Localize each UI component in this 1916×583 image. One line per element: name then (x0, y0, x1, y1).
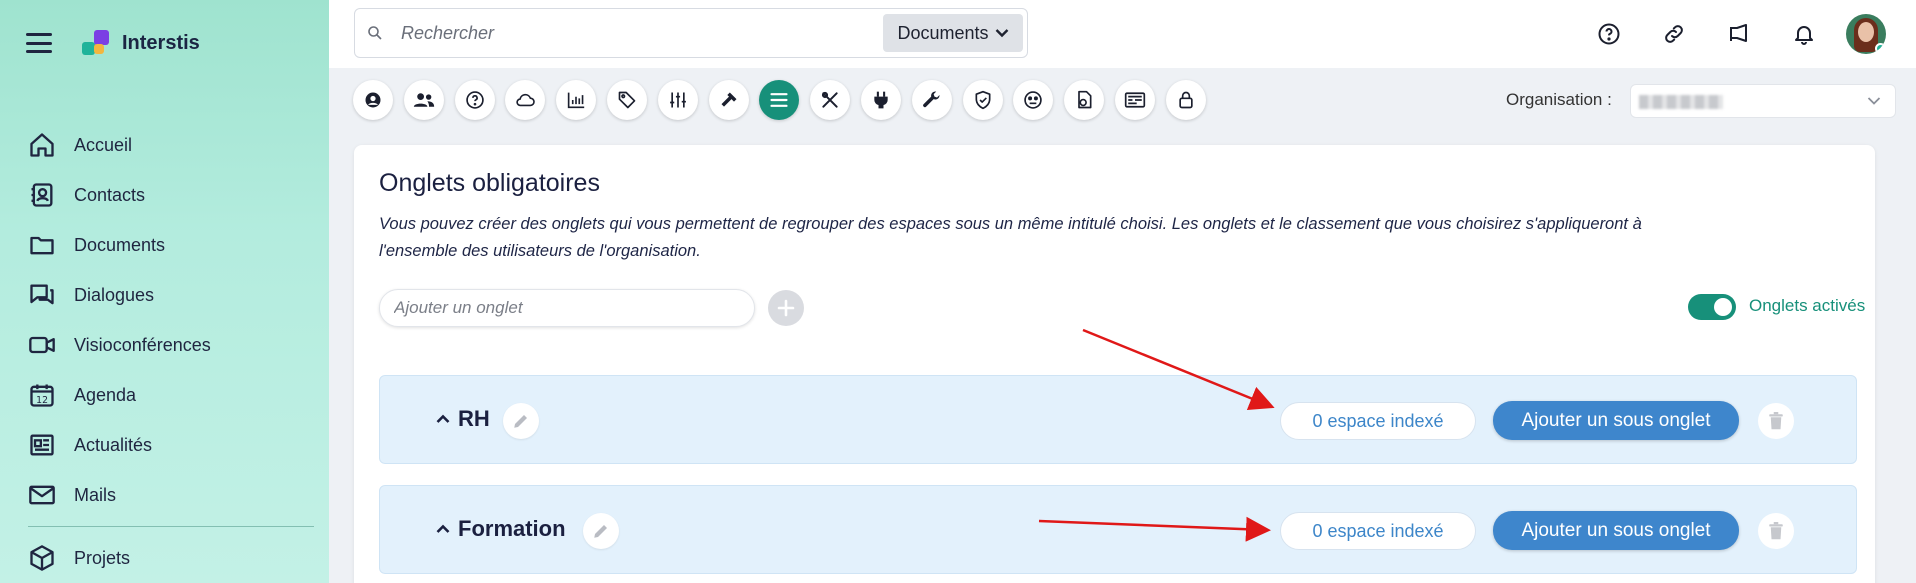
sidebar-nav: Accueil Contacts Documents Dialogues Vis… (28, 120, 314, 583)
users-icon[interactable] (403, 80, 444, 120)
sidebar-item-contacts[interactable]: Contacts (28, 170, 314, 220)
list-icon[interactable] (759, 80, 800, 120)
chart-icon[interactable] (556, 80, 597, 120)
news-icon (30, 434, 54, 456)
wrench-icon[interactable] (911, 80, 952, 120)
search-bar: Documents (354, 8, 1028, 58)
svg-text:12: 12 (36, 395, 48, 406)
chevron-up-icon (436, 414, 450, 423)
page-title: Onglets obligatoires (379, 169, 600, 197)
search-input[interactable] (401, 19, 821, 47)
delete-tab-button[interactable] (1758, 403, 1794, 439)
indexed-spaces-count[interactable]: 0 espace indexé (1280, 512, 1476, 550)
sidebar-item-label: Mails (74, 484, 117, 505)
sidebar-divider (28, 526, 314, 527)
chevron-up-icon (436, 524, 450, 533)
megaphone-icon[interactable] (1719, 14, 1759, 54)
dashboard-icon[interactable] (1114, 80, 1155, 120)
chevron-down-icon (1867, 97, 1881, 105)
user-circle-icon[interactable] (353, 80, 393, 120)
app-name: Interstis (122, 31, 200, 54)
organisation-select[interactable] (1630, 84, 1896, 118)
trash-icon (1769, 522, 1783, 540)
shield-icon[interactable] (962, 80, 1003, 120)
sidebar-item-label: Accueil (74, 134, 133, 155)
help-icon[interactable] (1589, 14, 1629, 54)
add-tab-button[interactable] (768, 290, 804, 326)
mail-icon (29, 485, 55, 505)
box-icon (30, 545, 54, 571)
add-subtab-button[interactable]: Ajouter un sous onglet (1493, 511, 1739, 550)
add-subtab-button[interactable]: Ajouter un sous onglet (1493, 401, 1739, 440)
topbar-actions (1564, 14, 1886, 54)
contacts-icon (31, 183, 53, 207)
folder-icon (30, 236, 54, 255)
sidebar-item-dialogues[interactable]: Dialogues (28, 270, 314, 320)
sidebar-item-actualites[interactable]: Actualités (28, 420, 314, 470)
sidebar-item-label: Contacts (74, 184, 146, 205)
cloud-icon[interactable] (505, 80, 546, 120)
search-scope-select[interactable]: Documents (883, 14, 1023, 52)
sidebar-item-label: Documents (74, 234, 166, 255)
card-description: Vous pouvez créer des onglets qui vous p… (379, 215, 1642, 260)
sidebar-item-label: Agenda (74, 384, 137, 405)
sliders-icon[interactable] (657, 80, 698, 120)
bell-icon[interactable] (1784, 14, 1824, 54)
edit-tab-button[interactable] (583, 513, 619, 549)
sidebar-item-label: Actualités (74, 434, 153, 455)
pencil-icon (514, 415, 527, 428)
tab-header[interactable]: RH (436, 406, 490, 432)
calendar-icon: 12 (30, 384, 54, 407)
menu-icon[interactable] (26, 33, 52, 53)
organisation-value-redacted (1639, 95, 1723, 109)
indexed-spaces-count[interactable]: 0 espace indexé (1280, 402, 1476, 440)
sidebar-item-accueil[interactable]: Accueil (28, 120, 314, 170)
sidebar-item-visioconferences[interactable]: Visioconférences (28, 320, 314, 370)
onglets-card: Onglets obligatoires Vous pouvez créer d… (354, 145, 1875, 583)
sidebar-item-label: Projets (74, 547, 131, 568)
tabs-enabled-toggle[interactable] (1688, 294, 1736, 320)
delete-tab-button[interactable] (1758, 513, 1794, 549)
link-icon[interactable] (1654, 14, 1694, 54)
sidebar-item-mails[interactable]: Mails (28, 470, 314, 520)
topbar: Documents (329, 0, 1916, 68)
online-status-dot (1875, 43, 1886, 54)
pencil-icon (594, 525, 607, 538)
tag-icon[interactable] (606, 80, 647, 120)
search-scope-value: Documents (897, 22, 989, 43)
tools-icon[interactable] (810, 80, 851, 120)
lock-icon[interactable] (1165, 80, 1206, 120)
trash-icon (1769, 412, 1783, 430)
sidebar-item-label: Visioconférences (74, 334, 211, 355)
add-tab-input[interactable] (379, 289, 755, 327)
settings-toolbar (353, 80, 1217, 120)
search-icon (368, 26, 382, 40)
tab-header[interactable]: Formation (436, 516, 566, 542)
avatar[interactable] (1846, 14, 1886, 54)
sidebar-item-projets[interactable]: Projets (28, 533, 314, 583)
help-circle-icon[interactable] (454, 80, 495, 120)
plug-icon[interactable] (860, 80, 901, 120)
brand: Interstis (26, 28, 200, 58)
sidebar-item-agenda[interactable]: 12 Agenda (28, 370, 314, 420)
organisation-label: Organisation : (1506, 90, 1612, 109)
chevron-down-icon (995, 29, 1008, 38)
tab-row-rh: RH 0 espace indexé Ajouter un sous ongle… (379, 375, 1857, 464)
home-icon (30, 133, 54, 157)
face-icon[interactable] (1013, 80, 1054, 120)
tab-name: RH (458, 406, 490, 431)
tab-row-formation: Formation 0 espace indexé Ajouter un sou… (379, 485, 1857, 574)
file-gear-icon[interactable] (1064, 80, 1105, 120)
edit-tab-button[interactable] (503, 403, 539, 439)
interstis-logo (82, 28, 112, 58)
video-icon (29, 336, 55, 354)
hammer-icon[interactable] (708, 80, 749, 120)
tab-name: Formation (458, 516, 566, 541)
chat-icon (30, 284, 54, 305)
sidebar: Interstis Accueil Contacts Documents Dia… (0, 0, 329, 583)
tabs-enabled-label: Onglets activés (1749, 296, 1866, 315)
sidebar-item-documents[interactable]: Documents (28, 220, 314, 270)
plus-icon (777, 299, 795, 317)
sidebar-item-label: Dialogues (74, 284, 155, 305)
